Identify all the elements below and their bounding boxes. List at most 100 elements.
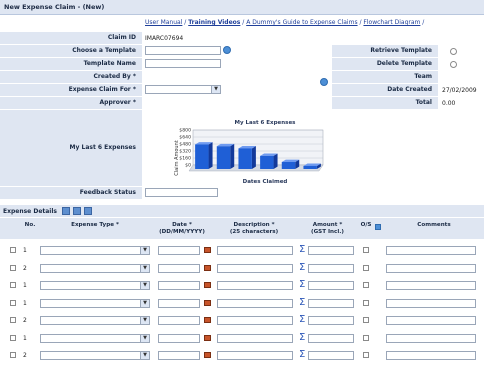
- chart-bar: [216, 143, 235, 169]
- calendar-icon[interactable]: [204, 282, 211, 288]
- amount-input[interactable]: [308, 281, 354, 290]
- calculator-icon[interactable]: Σ: [299, 280, 305, 290]
- delete-template-radio[interactable]: [450, 61, 457, 68]
- date-input[interactable]: [158, 316, 200, 325]
- amount-input[interactable]: [308, 264, 354, 273]
- help-links: User Manual / Training Videos / A Dummy'…: [145, 19, 424, 26]
- row-select-checkbox[interactable]: [10, 317, 16, 323]
- copy-row-icon[interactable]: [73, 207, 81, 215]
- date-input[interactable]: [158, 281, 200, 290]
- description-input[interactable]: [217, 351, 293, 360]
- link-separator: /: [420, 19, 425, 26]
- calculator-icon[interactable]: Σ: [299, 298, 305, 308]
- calendar-icon[interactable]: [204, 335, 211, 341]
- chart-y-tick-label: $480: [179, 142, 191, 148]
- expense-type-select[interactable]: ▼: [40, 351, 150, 360]
- chevron-down-icon: ▼: [140, 300, 149, 307]
- amount-input[interactable]: [308, 316, 354, 325]
- expense-type-select[interactable]: ▼: [40, 334, 150, 343]
- calculator-icon[interactable]: Σ: [299, 263, 305, 273]
- user-manual-link[interactable]: User Manual: [145, 19, 182, 26]
- description-input[interactable]: [217, 264, 293, 273]
- expense-type-select[interactable]: ▼: [40, 246, 150, 255]
- outstanding-checkbox[interactable]: [363, 282, 369, 288]
- row-select-checkbox[interactable]: [10, 335, 16, 341]
- date-input[interactable]: [158, 334, 200, 343]
- comments-input[interactable]: [386, 351, 476, 360]
- dummys-guide-link[interactable]: A Dummy's Guide to Expense Claims: [246, 19, 357, 26]
- feedback-status-input[interactable]: [145, 188, 218, 197]
- date-input[interactable]: [158, 351, 200, 360]
- expense-type-select[interactable]: ▼: [40, 299, 150, 308]
- amount-input[interactable]: [308, 351, 354, 360]
- outstanding-checkbox[interactable]: [363, 352, 369, 358]
- date-input[interactable]: [158, 264, 200, 273]
- row-select-checkbox[interactable]: [10, 300, 16, 306]
- table-row: 2 ▼ Σ: [0, 312, 484, 330]
- calendar-icon[interactable]: [204, 247, 211, 253]
- comments-input[interactable]: [386, 264, 476, 273]
- approver-label: Approver *: [0, 97, 142, 109]
- outstanding-checkbox[interactable]: [363, 317, 369, 323]
- calculator-icon[interactable]: Σ: [299, 333, 305, 343]
- add-row-icon[interactable]: [62, 207, 70, 215]
- calendar-icon[interactable]: [204, 300, 211, 306]
- outstanding-checkbox[interactable]: [363, 300, 369, 306]
- calendar-icon[interactable]: [204, 352, 211, 358]
- date-created-label: Date Created: [332, 84, 438, 96]
- expense-claim-for-select[interactable]: ▼: [145, 85, 221, 94]
- amount-input[interactable]: [308, 299, 354, 308]
- comments-input[interactable]: [386, 316, 476, 325]
- date-input[interactable]: [158, 299, 200, 308]
- help-icon[interactable]: [223, 46, 231, 54]
- calculator-icon[interactable]: Σ: [299, 245, 305, 255]
- row-select-checkbox[interactable]: [10, 265, 16, 271]
- calendar-icon[interactable]: [204, 265, 211, 271]
- chart-y-tick-label: $160: [179, 156, 191, 162]
- description-input[interactable]: [217, 281, 293, 290]
- comments-input[interactable]: [386, 246, 476, 255]
- template-name-input[interactable]: [145, 59, 221, 68]
- help-icon[interactable]: [375, 224, 381, 230]
- expense-type-select[interactable]: ▼: [40, 281, 150, 290]
- outstanding-checkbox[interactable]: [363, 265, 369, 271]
- row-select-checkbox[interactable]: [10, 282, 16, 288]
- col-header-no: No.: [24, 222, 36, 228]
- chart-title: My Last 6 Expenses: [235, 120, 297, 126]
- help-icon[interactable]: [320, 78, 328, 86]
- comments-input[interactable]: [386, 299, 476, 308]
- table-row: 1 ▼ Σ: [0, 295, 484, 313]
- comments-input[interactable]: [386, 334, 476, 343]
- retrieve-template-radio[interactable]: [450, 48, 457, 55]
- description-input[interactable]: [217, 316, 293, 325]
- total-label: Total: [332, 97, 438, 109]
- date-input[interactable]: [158, 246, 200, 255]
- description-input[interactable]: [217, 334, 293, 343]
- flowchart-link[interactable]: Flowchart Diagram: [363, 19, 420, 26]
- training-videos-link[interactable]: Training Videos: [188, 19, 240, 26]
- amount-input[interactable]: [308, 334, 354, 343]
- delete-row-icon[interactable]: [84, 207, 92, 215]
- choose-template-input[interactable]: [145, 46, 221, 55]
- table-row: 1 ▼ Σ: [0, 330, 484, 348]
- expense-type-select[interactable]: ▼: [40, 316, 150, 325]
- outstanding-checkbox[interactable]: [363, 247, 369, 253]
- chart-bar-front: [216, 146, 231, 169]
- calendar-icon[interactable]: [204, 317, 211, 323]
- chart-bar: [281, 159, 300, 169]
- calculator-icon[interactable]: Σ: [299, 350, 305, 360]
- description-input[interactable]: [217, 299, 293, 308]
- row-number: 1: [23, 247, 27, 254]
- window-title-bar: New Expense Claim - (New): [0, 0, 484, 15]
- calculator-icon[interactable]: Σ: [299, 315, 305, 325]
- expense-type-select[interactable]: ▼: [40, 264, 150, 273]
- row-select-checkbox[interactable]: [10, 247, 16, 253]
- col-header-date-title: Date *: [172, 222, 192, 228]
- chart-bar-side: [208, 142, 213, 169]
- comments-input[interactable]: [386, 281, 476, 290]
- expense-details-header: Expense Details: [0, 205, 484, 217]
- outstanding-checkbox[interactable]: [363, 335, 369, 341]
- amount-input[interactable]: [308, 246, 354, 255]
- description-input[interactable]: [217, 246, 293, 255]
- row-select-checkbox[interactable]: [10, 352, 16, 358]
